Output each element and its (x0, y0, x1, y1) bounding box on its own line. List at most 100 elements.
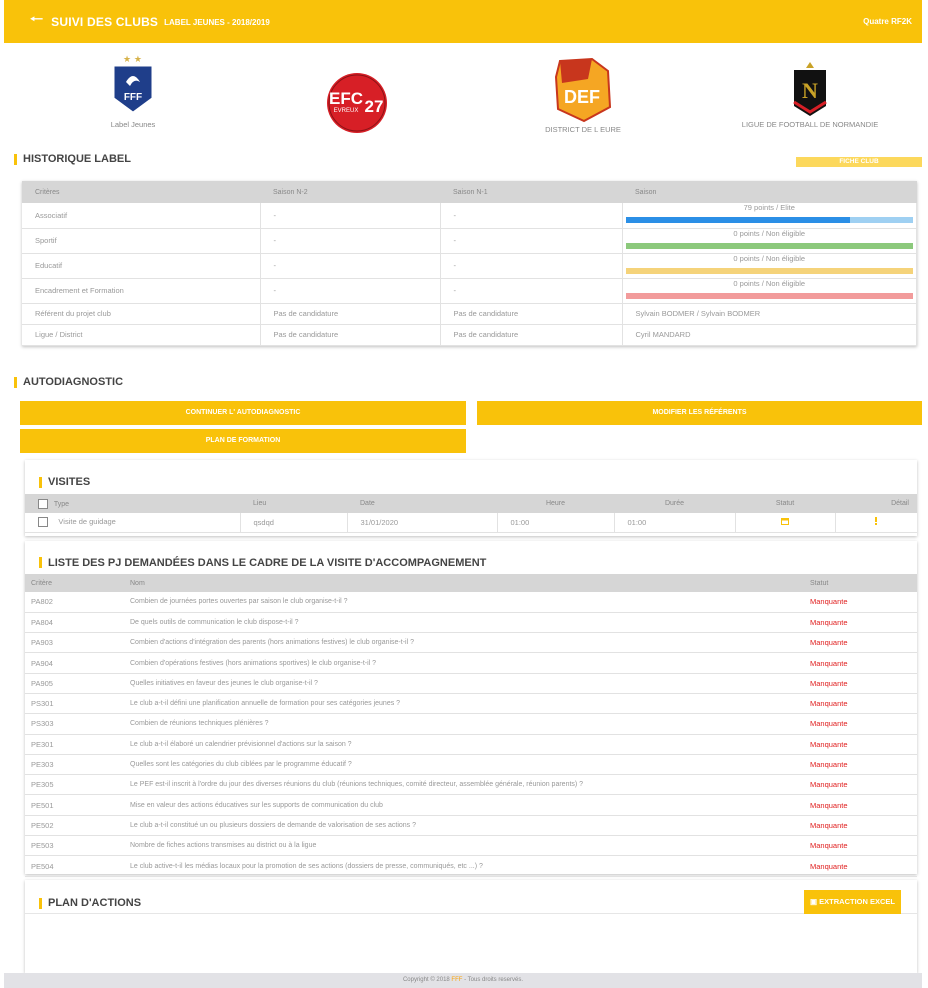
progress-track (625, 267, 913, 274)
row-checkbox[interactable] (38, 517, 48, 528)
pj-nom: Combien de réunions techniques plénières… (115, 713, 797, 735)
user-name[interactable]: Quatre RF2K (863, 17, 912, 26)
pj-table: Critère Nom Statut PA802 Combien de journ… (25, 574, 917, 877)
progress-track (625, 217, 913, 224)
table-row: PA904 Combien d'opérations festives (hors… (25, 652, 917, 674)
column-header: Saison N-2 (260, 181, 440, 203)
progress-track (625, 292, 913, 299)
pj-code: PE504 (25, 855, 115, 877)
pj-nom: Le club a-t-il défini une planification … (115, 693, 797, 715)
pj-code: PE305 (25, 774, 115, 796)
autodiagnostic-section-title: AUTODIAGNOSTIC (14, 376, 123, 388)
pj-statut: Manquante (797, 794, 917, 816)
pj-statut: Manquante (797, 774, 917, 796)
column-header: Critères (22, 181, 260, 203)
efc27-logo: EFC 27 EVREUX (322, 72, 392, 134)
column-header: Critère (25, 574, 115, 592)
table-row: PA903 Combien d'actions d'intégration des… (25, 632, 917, 654)
table-row: PS301 Le club a-t-il défini une planifica… (25, 693, 917, 715)
column-header: Type (25, 494, 240, 513)
pj-statut: Manquante (797, 855, 917, 877)
logo-caption: DISTRICT DE L EURE (545, 125, 621, 134)
score-label: 0 points / Non éligible (733, 253, 806, 263)
pj-card: LISTE DES PJ DEMANDÉES DANS LE CADRE DE … (25, 541, 917, 877)
table-row: Educatif - -0 points / Non éligible (22, 253, 917, 279)
table-row: PA905 Quelles initiatives en faveur des j… (25, 673, 917, 694)
file-excel-icon: ▣ (809, 897, 818, 906)
pj-code: PE502 (25, 815, 115, 837)
pj-nom: De quels outils de communication le club… (115, 612, 797, 634)
footer-brand-link[interactable]: FFF (451, 977, 462, 983)
visites-card: VISITES Type Lieu Date Heure Durée Statu… (25, 460, 917, 536)
fiche-club-button[interactable]: FICHE CLUB (796, 157, 922, 167)
score-label: 79 points / Elite (743, 203, 795, 213)
pj-nom: Le PEF est-il inscrit à l'ordre du jour … (115, 774, 797, 796)
extraction-excel-button[interactable]: ▣ EXTRACTION EXCEL (803, 890, 901, 914)
pj-nom: Quelles sont les catégories du club cibl… (115, 754, 797, 776)
continuer-autodiagnostic-button[interactable]: CONTINUER L' AUTODIAGNOSTIC (20, 401, 466, 425)
column-header: Statut (797, 574, 917, 592)
column-header: Durée (614, 494, 735, 513)
pj-statut: Manquante (797, 754, 917, 776)
district-eure-logo: DEF DISTRICT DE L EURE (528, 57, 638, 134)
column-header: Nom (115, 574, 797, 592)
calendar-icon[interactable] (781, 517, 789, 526)
column-header: Saison (622, 181, 917, 203)
pj-code: PE303 (25, 754, 115, 776)
progress-track (625, 242, 913, 249)
visites-title: VISITES (25, 460, 917, 494)
pj-code: PA802 (25, 592, 115, 613)
pj-nom: Le club active-t-il les médias locaux po… (115, 855, 797, 877)
pj-nom: Quelles initiatives en faveur des jeunes… (115, 673, 797, 694)
pj-code: PS303 (25, 713, 115, 735)
page-title: SUIVI DES CLUBS (51, 14, 159, 29)
pj-code: PS301 (25, 693, 115, 715)
pj-statut: Manquante (797, 815, 917, 837)
table-row: PE502 Le club a-t-il constitué un ou plus… (25, 815, 917, 837)
ligue-normandie-logo: N LIGUE DE FOOTBALL DE NORMANDIE (720, 62, 900, 129)
table-row: PE504 Le club active-t-il les médias loca… (25, 855, 917, 877)
table-row: Sportif - -0 points / Non éligible (22, 228, 917, 254)
svg-text:EVREUX: EVREUX (334, 108, 359, 114)
table-row: PE503 Nombre de fiches actions transmises… (25, 835, 917, 857)
select-all-checkbox[interactable] (38, 498, 48, 509)
pj-nom: Combien de journées portes ouvertes par … (115, 592, 797, 613)
progress-fill (625, 217, 850, 224)
pj-code: PE503 (25, 835, 115, 857)
pj-statut: Manquante (797, 652, 917, 674)
exclamation-icon[interactable] (874, 517, 878, 526)
plan-formation-button[interactable]: PLAN DE FORMATION (20, 429, 466, 453)
table-row: Associatif - -79 points / Elite (22, 203, 917, 229)
pj-code: PA804 (25, 612, 115, 634)
table-row: Référent du projet club Pas de candidatur… (22, 303, 917, 325)
pj-nom: Combien d'opérations festives (hors anim… (115, 652, 797, 674)
logo-caption: LIGUE DE FOOTBALL DE NORMANDIE (741, 120, 879, 129)
historique-card: Critères Saison N-2 Saison N-1 Saison As… (22, 181, 917, 346)
table-header-row: Type Lieu Date Heure Durée Statut Détail (25, 494, 917, 513)
table-row: PA802 Combien de journées portes ouvertes… (25, 592, 917, 613)
table-row: PS303 Combien de réunions techniques plén… (25, 713, 917, 735)
visites-table: Type Lieu Date Heure Durée Statut Détail… (25, 494, 917, 533)
fff-logo: ★ ★ FFF Label Jeunes (100, 52, 166, 129)
column-header: Date (347, 494, 497, 513)
pj-code: PE501 (25, 794, 115, 816)
pj-title: LISTE DES PJ DEMANDÉES DANS LE CADRE DE … (25, 541, 917, 574)
column-header: Lieu (240, 494, 347, 513)
pj-code: PE301 (25, 734, 115, 755)
column-header: Heure (497, 494, 614, 513)
plan-actions-card: PLAN D'ACTIONS ▣ EXTRACTION EXCEL (25, 880, 917, 973)
svg-text:N: N (802, 78, 818, 103)
pj-statut: Manquante (797, 592, 917, 613)
column-header: Statut (735, 494, 835, 513)
arrow-left-icon[interactable]: 🠐 (30, 9, 43, 34)
pj-statut: Manquante (797, 713, 917, 735)
table-header-row: Critère Nom Statut (25, 574, 917, 592)
pj-statut: Manquante (797, 835, 917, 857)
table-row: PE301 Le club a-t-il élaboré un calendrie… (25, 734, 917, 755)
table-row: Encadrement et Formation - -0 points / Non… (22, 278, 917, 304)
pj-nom: Combien d'actions d'intégration des pare… (115, 632, 797, 654)
pj-nom: Le club a-t-il élaboré un calendrier pré… (115, 734, 797, 755)
pj-statut: Manquante (797, 612, 917, 634)
modifier-referents-button[interactable]: MODIFIER LES RÉFÉRENTS (477, 401, 922, 425)
svg-text:27: 27 (365, 97, 384, 116)
